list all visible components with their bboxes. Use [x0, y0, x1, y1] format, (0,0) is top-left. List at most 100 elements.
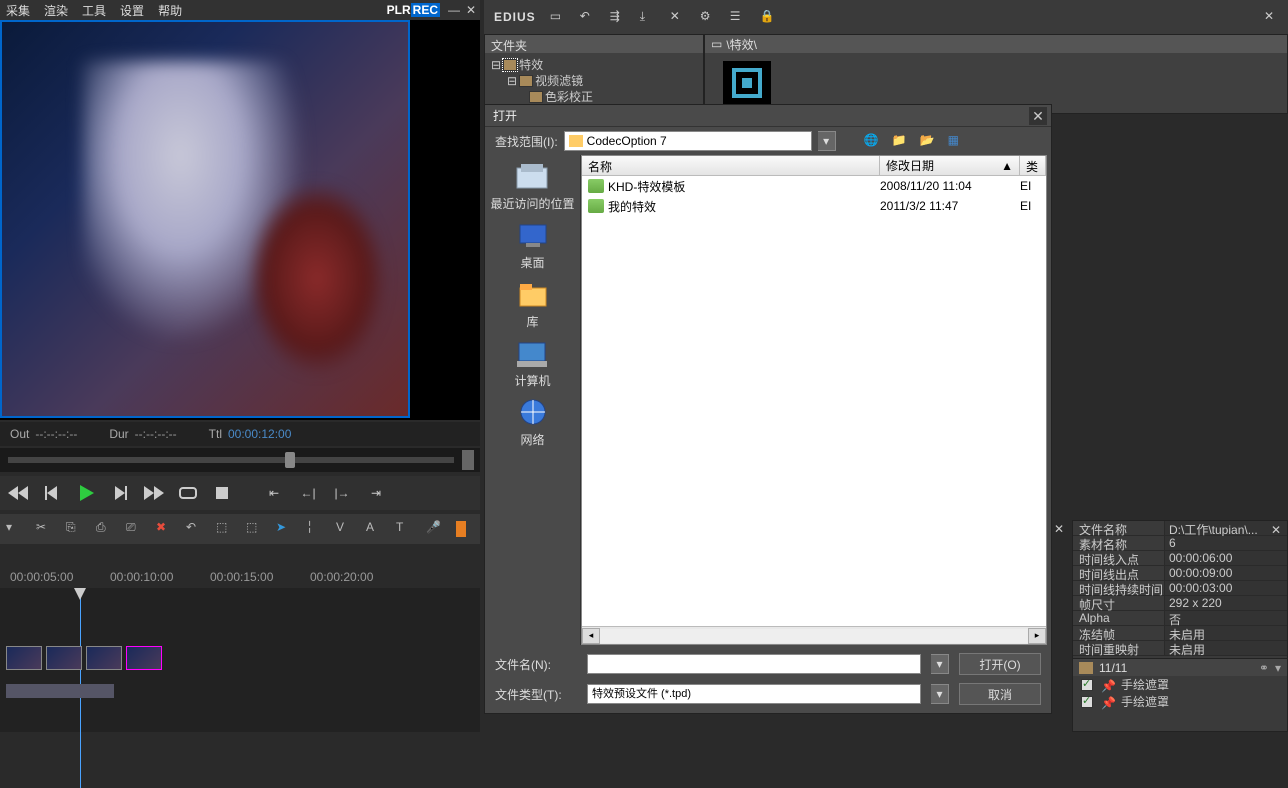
scrub-bar[interactable] — [0, 448, 480, 472]
mark-in-icon[interactable]: ⇤ — [262, 481, 286, 505]
menu-tools[interactable]: 工具 — [82, 2, 106, 19]
nav-up-icon[interactable]: 📁 — [892, 133, 908, 149]
applied-fx-item[interactable]: 📌手绘遮罩 — [1073, 693, 1287, 710]
tool-1-icon[interactable]: ▾ — [6, 520, 24, 538]
import-icon[interactable]: ⤓ — [640, 9, 656, 25]
back-icon[interactable]: ↶ — [580, 9, 596, 25]
fast-fwd-icon[interactable] — [142, 481, 166, 505]
checkbox-icon[interactable] — [1081, 696, 1093, 708]
title-icon[interactable]: T — [396, 520, 414, 538]
tree-item[interactable]: 色彩校正 — [491, 89, 697, 105]
place-library[interactable]: 库 — [515, 279, 551, 330]
stop-icon[interactable] — [210, 481, 234, 505]
link-icon[interactable]: ⬚ — [246, 520, 264, 538]
lock-icon[interactable]: 🔒 — [760, 9, 776, 25]
place-computer[interactable]: 计算机 — [514, 338, 550, 389]
slip-icon[interactable]: ⎚ — [126, 520, 144, 538]
filename-input[interactable] — [587, 654, 921, 674]
open-button[interactable]: 打开(O) — [959, 653, 1041, 675]
pin-icon[interactable]: 📌 — [1101, 696, 1113, 708]
dialog-close-icon[interactable]: ✕ — [1029, 107, 1047, 125]
nav-view-icon[interactable]: ▦ — [948, 133, 964, 149]
list-header[interactable]: 名称 修改日期▲ 类 — [582, 156, 1046, 176]
undo-icon[interactable]: ↶ — [186, 520, 204, 538]
pin-icon[interactable]: 📌 — [1101, 679, 1113, 691]
audio-clip[interactable] — [6, 684, 114, 698]
clip-thumb[interactable] — [86, 646, 122, 670]
delete2-icon[interactable]: ✕ — [670, 9, 686, 25]
scrub-end-marker[interactable] — [462, 450, 474, 470]
fx-tool-icon[interactable]: ⚭ — [1259, 661, 1269, 675]
delete-icon[interactable]: ✖ — [156, 520, 174, 538]
combo-dropdown-icon[interactable]: ▾ — [818, 131, 836, 151]
nav-new-icon[interactable]: 📂 — [920, 133, 936, 149]
tree-icon[interactable]: ⇶ — [610, 9, 626, 25]
menu-help[interactable]: 帮助 — [158, 2, 182, 19]
clip-thumb[interactable] — [46, 646, 82, 670]
prop-row: 帧尺寸292 x 220 — [1073, 596, 1287, 611]
places-bar: 最近访问的位置 桌面 库 计算机 网络 — [485, 155, 581, 645]
step-fwd-icon[interactable] — [108, 481, 132, 505]
view-icon[interactable]: ☰ — [730, 9, 746, 25]
col-name[interactable]: 名称 — [582, 156, 880, 175]
props-icon[interactable]: ⚙ — [700, 9, 716, 25]
mark-out-icon[interactable]: ⇥ — [364, 481, 388, 505]
lookin-combo[interactable]: CodecOption 7 — [564, 131, 812, 151]
panel-close-icon[interactable]: ✕ — [1264, 9, 1280, 25]
next-edit-icon[interactable]: |→ — [330, 481, 354, 505]
filetype-dropdown-icon[interactable]: ▾ — [931, 684, 949, 704]
menu-settings[interactable]: 设置 — [120, 2, 144, 19]
v-icon[interactable]: V — [336, 520, 354, 538]
menu-render[interactable]: 渲染 — [44, 2, 68, 19]
filetype-combo[interactable]: 特效预设文件 (*.tpd) — [587, 684, 921, 704]
menu-capture[interactable]: 采集 — [6, 2, 30, 19]
checkbox-icon[interactable] — [1081, 679, 1093, 691]
place-network[interactable]: 网络 — [515, 397, 551, 448]
place-desktop[interactable]: 桌面 — [515, 220, 551, 271]
ripple-icon[interactable]: ⎘ — [66, 520, 84, 538]
split-icon[interactable]: ╎ — [306, 520, 324, 538]
marker-icon[interactable]: ➤ — [276, 520, 294, 538]
loop-icon[interactable] — [176, 481, 200, 505]
play-icon[interactable] — [74, 481, 98, 505]
file-row[interactable]: 我的特效 2011/3/2 11:47EI — [582, 196, 1046, 216]
tree-item[interactable]: ⊟视频滤镜 — [491, 73, 697, 89]
tree-item-root[interactable]: ⊟特效 — [491, 57, 697, 73]
effects-content-panel: ▭\特效\ — [704, 34, 1288, 114]
place-recent[interactable]: 最近访问的位置 — [490, 161, 574, 212]
filename-dropdown-icon[interactable]: ▾ — [931, 654, 949, 674]
effect-preset-thumb[interactable] — [723, 61, 771, 105]
nav-back-icon[interactable]: 🌐 — [864, 133, 880, 149]
fx-tool2-icon[interactable]: ▾ — [1275, 661, 1281, 675]
timeline-tracks[interactable] — [0, 588, 480, 732]
applied-fx-item[interactable]: 📌手绘遮罩 — [1073, 676, 1287, 693]
close-icon[interactable]: ✕ — [466, 3, 476, 17]
step-back-icon[interactable] — [40, 481, 64, 505]
timecode-bar: Out--:--:--:-- Dur--:--:--:-- Ttl00:00:1… — [0, 422, 480, 446]
timeline-ruler[interactable]: 00:00:05:00 00:00:10:00 00:00:15:00 00:0… — [0, 548, 480, 588]
h-scrollbar[interactable]: ◂ ▸ — [582, 626, 1046, 644]
cancel-button[interactable]: 取消 — [959, 683, 1041, 705]
scroll-right-icon[interactable]: ▸ — [1028, 628, 1046, 644]
col-date[interactable]: 修改日期▲ — [880, 156, 1020, 175]
preview-video-frame[interactable] — [0, 20, 410, 418]
group-icon[interactable]: ⬚ — [216, 520, 234, 538]
scrub-handle[interactable] — [285, 452, 295, 468]
col-type[interactable]: 类 — [1020, 156, 1046, 175]
trim-icon[interactable]: ⎙ — [96, 520, 114, 538]
minimize-icon[interactable]: — — [448, 3, 460, 17]
clip-thumb[interactable] — [6, 646, 42, 670]
cut-icon[interactable]: ✂ — [36, 520, 54, 538]
file-row[interactable]: KHD-特效模板 2008/11/20 11:04EI — [582, 176, 1046, 196]
new-icon[interactable]: ▭ — [550, 9, 566, 25]
props-close-icon[interactable]: ✕ — [1271, 523, 1281, 537]
a-icon[interactable]: A — [366, 520, 384, 538]
aux-close-icon[interactable]: ✕ — [1054, 522, 1070, 538]
prev-edit-icon[interactable]: ←| — [296, 481, 320, 505]
scrub-track[interactable] — [8, 457, 454, 463]
clip-thumb-selected[interactable] — [126, 646, 162, 670]
mic-icon[interactable]: 🎤 — [426, 520, 444, 538]
scroll-left-icon[interactable]: ◂ — [582, 628, 600, 644]
rewind-icon[interactable] — [6, 481, 30, 505]
render-icon[interactable] — [456, 521, 466, 537]
